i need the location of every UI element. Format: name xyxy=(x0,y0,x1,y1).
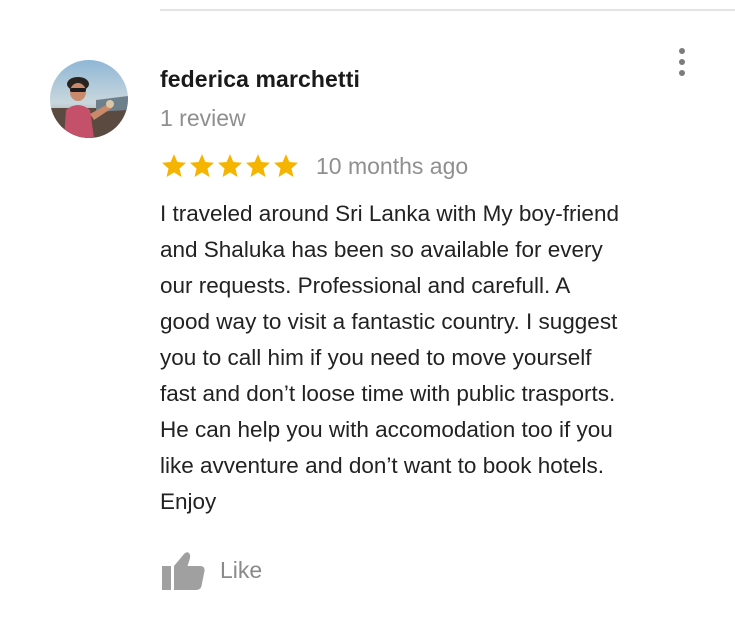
review-text: I traveled around Sri Lanka with My boy-… xyxy=(160,196,720,520)
avatar[interactable] xyxy=(50,60,128,138)
like-button[interactable]: Like xyxy=(160,549,262,591)
author-name[interactable]: federica marchetti xyxy=(160,66,360,93)
review-text-line: fast and don’t loose time with public tr… xyxy=(160,381,616,406)
review-count[interactable]: 1 review xyxy=(160,105,246,132)
more-dot xyxy=(679,59,685,65)
review-text-line: He can help you with accomodation too if… xyxy=(160,417,613,442)
star-icon xyxy=(245,154,271,177)
review-text-line: I traveled around Sri Lanka with My boy-… xyxy=(160,201,619,226)
star-icon xyxy=(161,154,187,177)
review-text-line: good way to visit a fantastic country. I… xyxy=(160,309,618,334)
review-text-line: and Shaluka has been so available for ev… xyxy=(160,237,603,262)
star-icon xyxy=(273,154,299,177)
like-label: Like xyxy=(220,556,263,583)
review-text-line: like avventure and don’t want to book ho… xyxy=(160,453,605,478)
review-text-line: you to call him if you need to move your… xyxy=(160,345,592,370)
avatar-photo xyxy=(50,60,128,138)
star-icon xyxy=(217,154,243,177)
review-time: 10 months ago xyxy=(316,152,469,179)
star-icon xyxy=(189,154,215,177)
rating-row: 10 months ago xyxy=(160,150,468,182)
star-rating xyxy=(160,152,300,180)
thumbs-up-icon xyxy=(162,552,205,590)
top-divider xyxy=(160,9,735,11)
review-text-line: Enjoy xyxy=(160,489,217,514)
review-card: federica marchetti 1 review 10 months ag… xyxy=(0,0,735,631)
more-dot xyxy=(679,70,685,76)
more-dot xyxy=(679,48,685,54)
more-options-icon[interactable] xyxy=(670,45,694,79)
review-text-line: our requests. Professional and carefull.… xyxy=(160,273,571,298)
